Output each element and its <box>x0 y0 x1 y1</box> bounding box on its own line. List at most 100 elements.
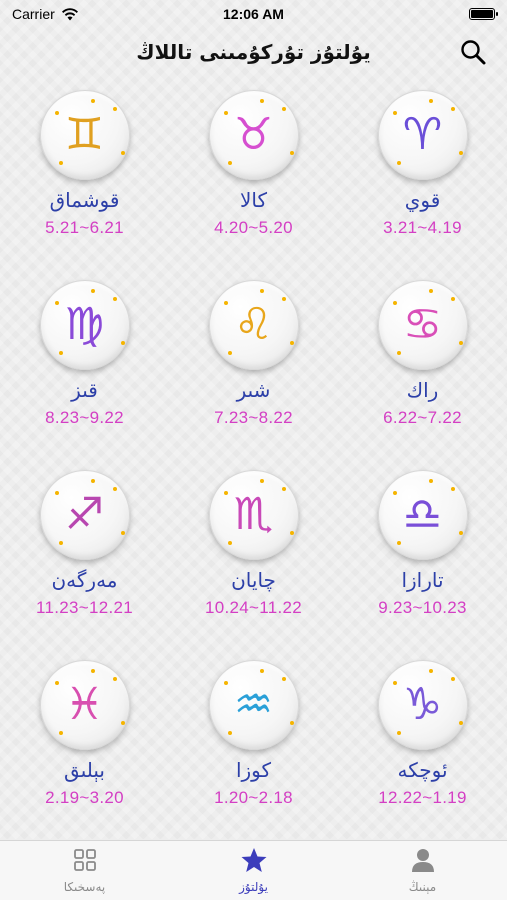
sparkle-dot <box>54 111 59 115</box>
leo-icon: ♌ <box>233 299 274 350</box>
sparkle-dot <box>223 491 228 495</box>
sparkle-dot <box>259 669 264 673</box>
zodiac-date-range: 1.20~2.18 <box>214 788 293 807</box>
zodiac-date-range: 6.22~7.22 <box>383 408 462 427</box>
sparkle-dot <box>396 541 401 545</box>
zodiac-badge: ♒ <box>208 660 299 750</box>
sparkle-dot <box>428 289 433 293</box>
sparkle-dot <box>58 731 63 735</box>
zodiac-card[interactable]: ♍ قىز 8.23~9.22 <box>0 280 169 470</box>
zodiac-date-range: 11.23~12.21 <box>35 598 134 617</box>
zodiac-card[interactable]: ♉ كالا 4.20~5.20 <box>169 90 338 280</box>
zodiac-grid: ♊ قوشماق 5.21~6.21 ♉ كالا 4.20~5.20 ♈ قوي 3.21~4… <box>0 90 507 850</box>
sparkle-dot <box>227 541 232 545</box>
sparkle-dot <box>458 341 463 345</box>
zodiac-card[interactable]: ♑ ئوچكە 12.22~1.19 <box>338 660 507 850</box>
zodiac-card[interactable]: ♎ تارازا 9.23~10.23 <box>338 470 507 660</box>
sparkle-dot <box>112 107 117 111</box>
zodiac-name: مەرگەن <box>51 568 118 592</box>
zodiac-card[interactable]: ♈ قوي 3.21~4.19 <box>338 90 507 280</box>
sparkle-dot <box>58 161 63 165</box>
sparkle-dot <box>289 531 294 535</box>
carrier-label: Carrier <box>12 6 55 22</box>
sparkle-dot <box>227 161 232 165</box>
sparkle-dot <box>392 111 397 115</box>
zodiac-name: قوي <box>404 188 441 212</box>
zodiac-date-range: 9.23~10.23 <box>378 598 467 617</box>
tab-grid[interactable]: پەسخىكا <box>0 841 169 894</box>
sparkle-dot <box>259 479 264 483</box>
zodiac-name: تارازا <box>401 568 444 592</box>
zodiac-card[interactable]: ♓ بېلىق 2.19~3.20 <box>0 660 169 850</box>
zodiac-name: ئوچكە <box>397 758 448 782</box>
zodiac-date-range: 2.19~3.20 <box>45 788 124 807</box>
sagittarius-icon: ♐ <box>64 489 105 540</box>
zodiac-name: شىر <box>236 378 271 402</box>
sparkle-dot <box>450 677 455 681</box>
zodiac-date-range: 8.23~9.22 <box>45 408 124 427</box>
tab-label: يۇلتۇز <box>239 880 268 894</box>
aquarius-icon: ♒ <box>233 679 274 730</box>
sparkle-dot <box>281 487 286 491</box>
taurus-icon: ♉ <box>233 109 274 160</box>
zodiac-card[interactable]: ♏ چايان 10.24~11.22 <box>169 470 338 660</box>
libra-icon: ♎ <box>402 489 443 540</box>
tab-star[interactable]: يۇلتۇز <box>169 841 338 894</box>
sparkle-dot <box>458 151 463 155</box>
sparkle-dot <box>58 541 63 545</box>
sparkle-dot <box>54 681 59 685</box>
zodiac-badge: ♐ <box>39 470 130 560</box>
zodiac-badge: ♑ <box>377 660 468 750</box>
sparkle-dot <box>281 297 286 301</box>
sparkle-dot <box>396 161 401 165</box>
sparkle-dot <box>223 681 228 685</box>
zodiac-badge: ♍ <box>39 280 130 370</box>
zodiac-card[interactable]: ♐ مەرگەن 11.23~12.21 <box>0 470 169 660</box>
sparkle-dot <box>281 107 286 111</box>
sparkle-dot <box>450 487 455 491</box>
status-bar: Carrier 12:06 AM <box>0 0 507 28</box>
star-icon <box>240 846 268 878</box>
zodiac-date-range: 7.23~8.22 <box>214 408 293 427</box>
sparkle-dot <box>392 491 397 495</box>
tab-label: مېنىڭ <box>408 880 437 894</box>
zodiac-badge: ♈ <box>377 90 468 180</box>
zodiac-date-range: 4.20~5.20 <box>214 218 293 237</box>
gemini-icon: ♊ <box>64 109 105 160</box>
sparkle-dot <box>428 669 433 673</box>
sparkle-dot <box>227 731 232 735</box>
page-title: يۇلتۇز تۇركۇمىنى تاللاڭ <box>136 40 371 64</box>
wifi-icon <box>61 7 78 20</box>
virgo-icon: ♍ <box>64 299 105 350</box>
zodiac-card[interactable]: ♊ قوشماق 5.21~6.21 <box>0 90 169 280</box>
nav-bar: يۇلتۇز تۇركۇمىنى تاللاڭ <box>0 28 507 76</box>
zodiac-badge: ♉ <box>208 90 299 180</box>
cancer-icon: ♋ <box>402 299 443 350</box>
zodiac-badge: ♌ <box>208 280 299 370</box>
sparkle-dot <box>58 351 63 355</box>
zodiac-badge: ♎ <box>377 470 468 560</box>
zodiac-name: راك <box>406 378 439 402</box>
sparkle-dot <box>120 531 125 535</box>
zodiac-card[interactable]: ♌ شىر 7.23~8.22 <box>169 280 338 470</box>
sparkle-dot <box>227 351 232 355</box>
zodiac-name: بېلىق <box>64 758 105 782</box>
capricorn-icon: ♑ <box>402 679 443 730</box>
search-icon[interactable] <box>459 38 487 66</box>
scorpio-icon: ♏ <box>233 489 274 540</box>
zodiac-card[interactable]: ♋ راك 6.22~7.22 <box>338 280 507 470</box>
zodiac-badge: ♓ <box>39 660 130 750</box>
sparkle-dot <box>90 669 95 673</box>
zodiac-name: چايان <box>231 568 276 592</box>
tab-person[interactable]: مېنىڭ <box>338 841 507 894</box>
zodiac-name: كوزا <box>235 758 272 782</box>
zodiac-date-range: 10.24~11.22 <box>204 598 303 617</box>
sparkle-dot <box>289 151 294 155</box>
sparkle-dot <box>120 151 125 155</box>
zodiac-card[interactable]: ♒ كوزا 1.20~2.18 <box>169 660 338 850</box>
sparkle-dot <box>90 479 95 483</box>
zodiac-badge: ♋ <box>377 280 468 370</box>
sparkle-dot <box>112 487 117 491</box>
tab-bar: پەسخىكا يۇلتۇز مېنىڭ <box>0 840 507 900</box>
sparkle-dot <box>289 721 294 725</box>
